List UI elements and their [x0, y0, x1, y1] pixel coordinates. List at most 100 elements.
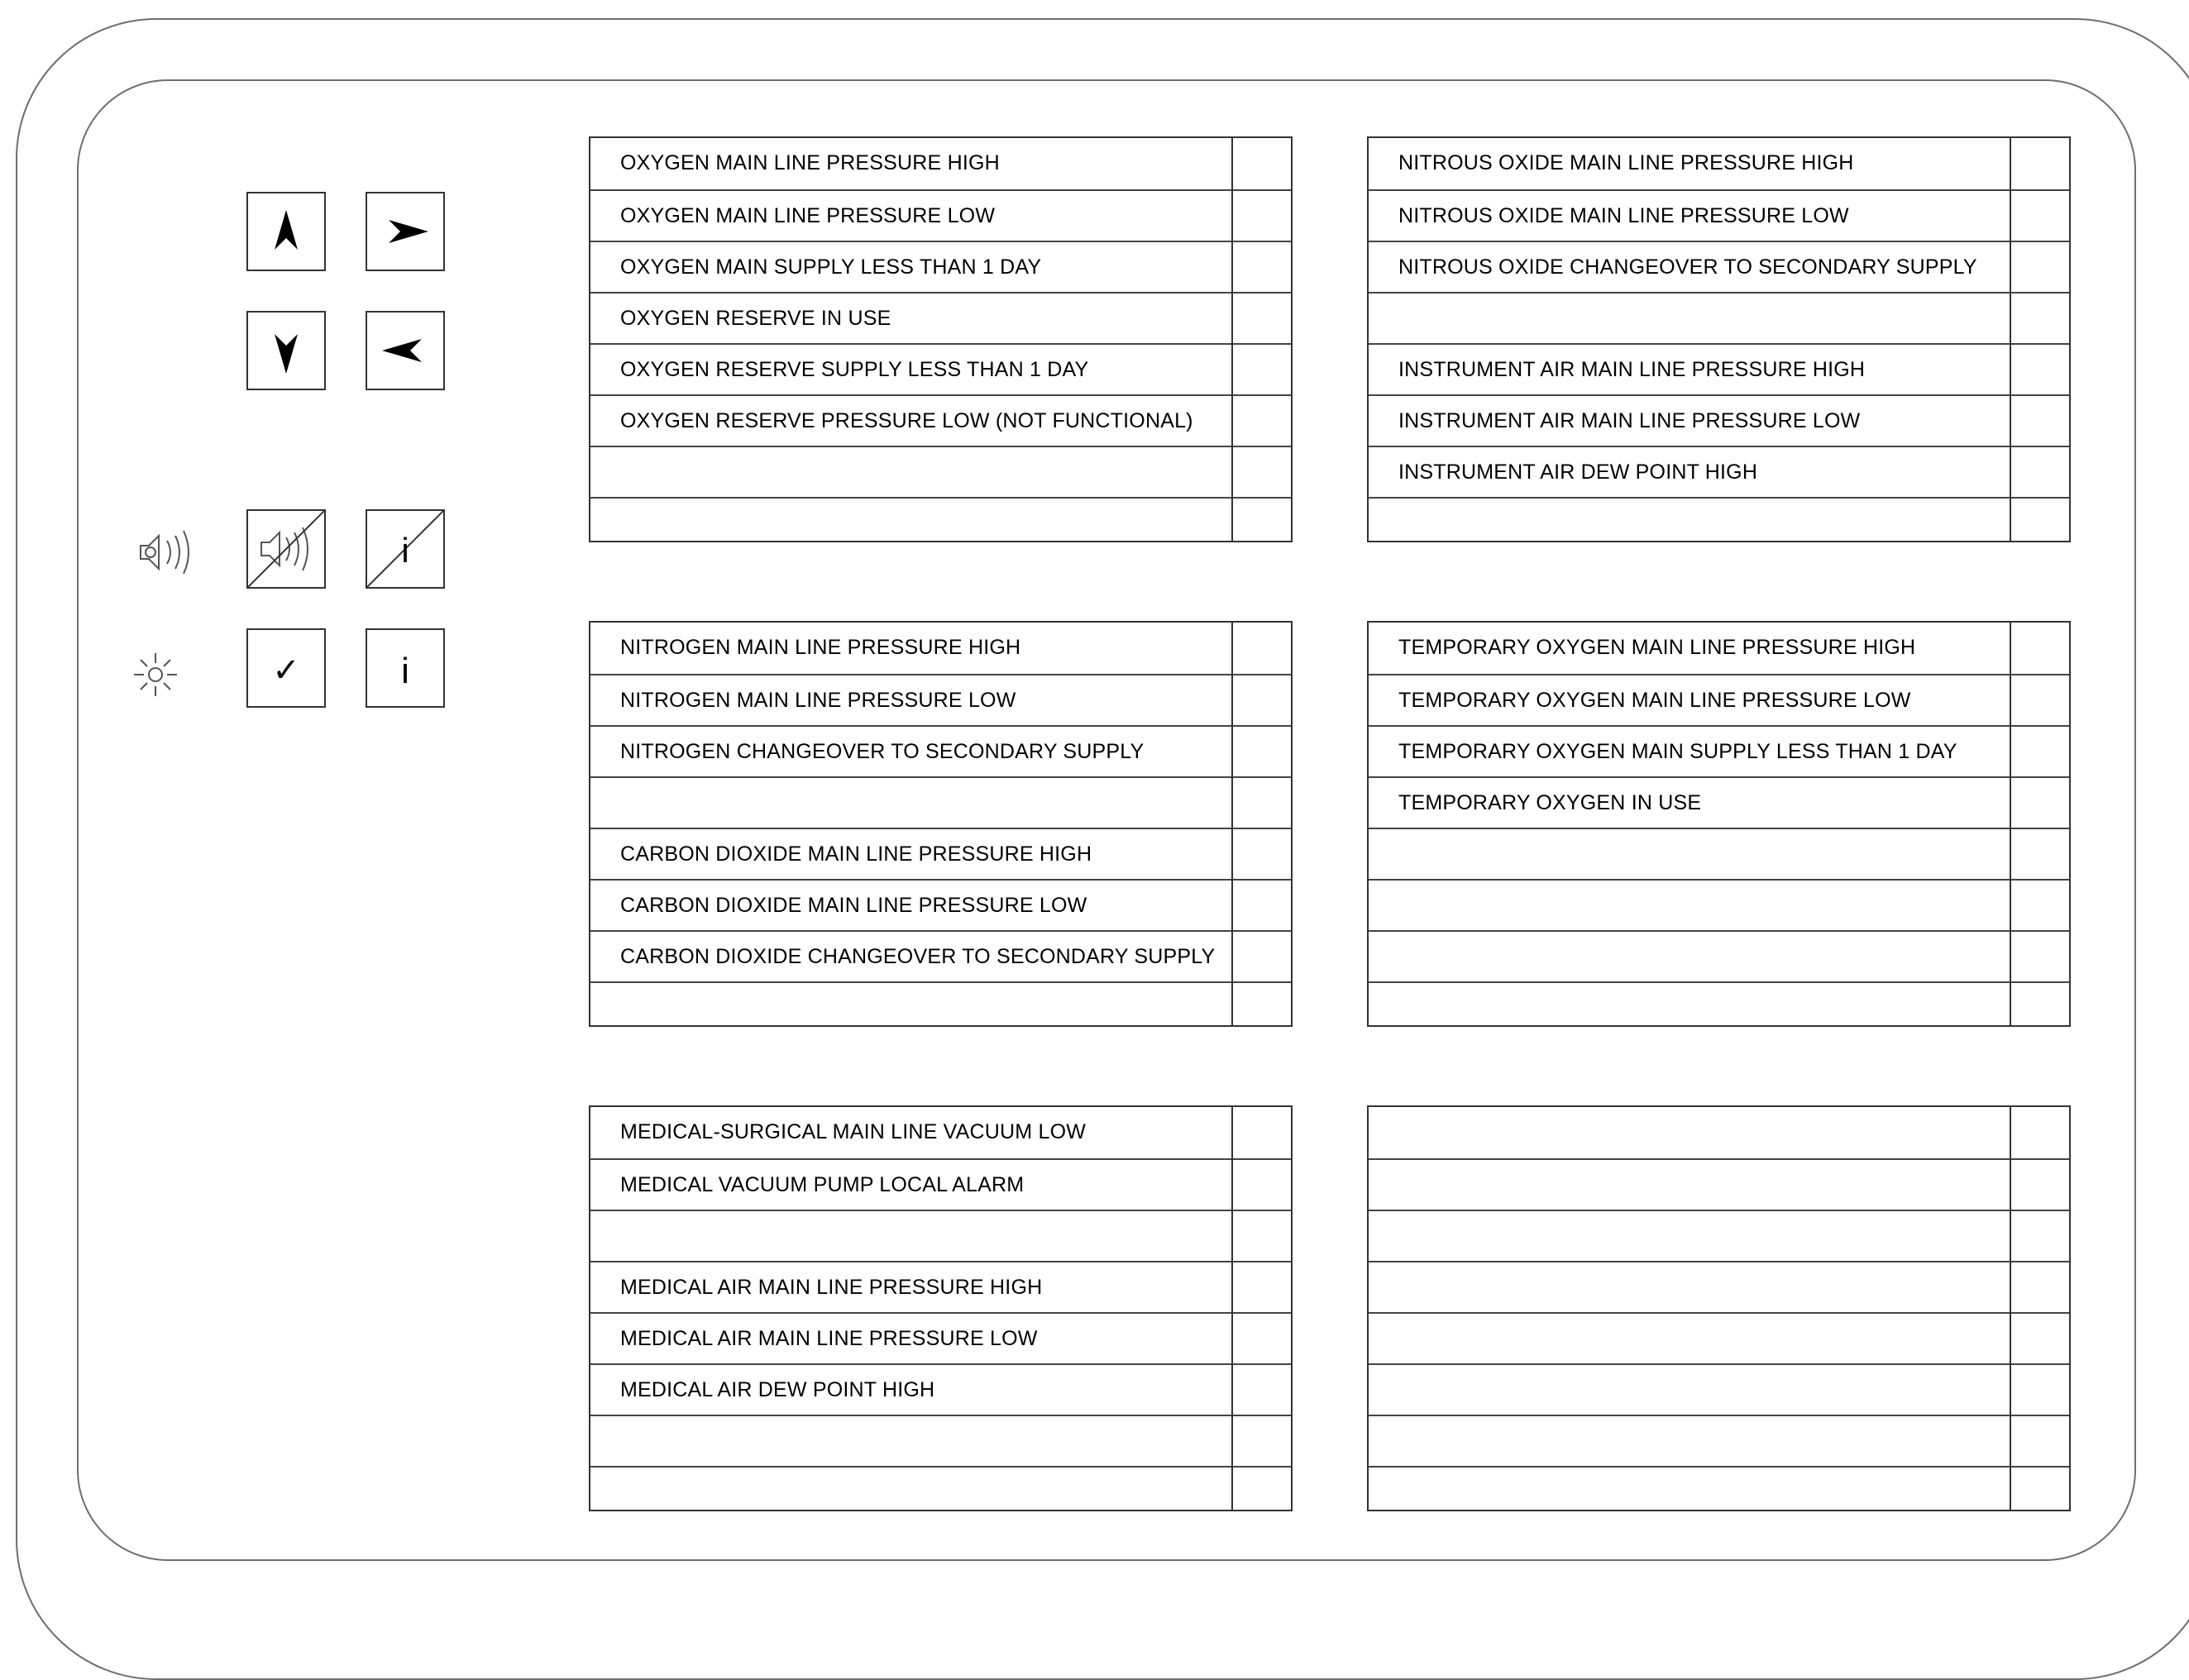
alarm-label: INSTRUMENT AIR DEW POINT HIGH [1398, 461, 1758, 484]
alarm-row: OXYGEN MAIN LINE PRESSURE HIGH [590, 138, 1291, 189]
alarm-row: TEMPORARY OXYGEN MAIN SUPPLY LESS THAN 1… [1369, 725, 2069, 776]
alarm-indicator-lamp [1233, 191, 1293, 241]
alarm-label: MEDICAL AIR MAIN LINE PRESSURE LOW [620, 1327, 1038, 1350]
alarm-indicator-lamp [1233, 499, 1293, 542]
alarm-row: INSTRUMENT AIR MAIN LINE PRESSURE LOW [1369, 394, 2069, 446]
alarm-indicator-lamp [2011, 932, 2071, 981]
up-arrow-button[interactable] [246, 192, 326, 271]
alarm-label: INSTRUMENT AIR MAIN LINE PRESSURE LOW [1398, 409, 1861, 432]
alarm-indicator-lamp [1233, 1468, 1293, 1511]
alarm-row [1369, 1363, 2069, 1415]
alarm-indicator-lamp [2011, 881, 2071, 930]
alarm-row: OXYGEN MAIN LINE PRESSURE LOW [590, 189, 1291, 241]
up-arrow-icon [275, 210, 298, 250]
info-button[interactable]: i [366, 628, 445, 708]
indicator-column-divider [2010, 623, 2011, 1025]
alarm-indicator-lamp [1233, 727, 1293, 776]
info-off-button[interactable]: i [366, 509, 445, 589]
alarm-indicator-lamp [2011, 1107, 2071, 1158]
alarm-indicator-lamp [2011, 1160, 2071, 1210]
alarm-label: OXYGEN MAIN LINE PRESSURE LOW [620, 204, 996, 227]
alarm-panel-vacuum-medical-air: MEDICAL-SURGICAL MAIN LINE VACUUM LOW MED… [589, 1105, 1293, 1511]
alarm-row [590, 776, 1291, 828]
alarm-label: OXYGEN MAIN SUPPLY LESS THAN 1 DAY [620, 255, 1042, 279]
alarm-row [1369, 828, 2069, 879]
alarm-row [590, 1415, 1291, 1466]
alarm-row: OXYGEN RESERVE SUPPLY LESS THAN 1 DAY [590, 343, 1291, 394]
alarm-label: NITROGEN MAIN LINE PRESSURE HIGH [620, 636, 1021, 659]
down-arrow-button[interactable] [246, 311, 326, 390]
alarm-row: MEDICAL AIR DEW POINT HIGH [590, 1363, 1291, 1415]
alarm-row: MEDICAL VACUUM PUMP LOCAL ALARM [590, 1158, 1291, 1210]
alarm-row [1369, 1261, 2069, 1312]
acknowledge-button[interactable]: ✓ [246, 628, 326, 708]
alarm-row: NITROUS OXIDE MAIN LINE PRESSURE LOW [1369, 189, 2069, 241]
indicator-column-divider [1231, 138, 1233, 541]
alarm-indicator-lamp [1233, 1211, 1293, 1261]
alarm-label: NITROGEN MAIN LINE PRESSURE LOW [620, 689, 1016, 712]
alarm-indicator-lamp [2011, 623, 2071, 674]
alarm-row: MEDICAL-SURGICAL MAIN LINE VACUUM LOW [590, 1107, 1291, 1158]
alarm-indicator-lamp [1233, 1416, 1293, 1466]
left-arrow-button[interactable] [366, 311, 445, 390]
alarm-row [590, 1466, 1291, 1511]
alarm-row [1369, 879, 2069, 930]
left-arrow-icon [382, 339, 422, 362]
alarm-row: MEDICAL AIR MAIN LINE PRESSURE HIGH [590, 1261, 1291, 1312]
alarm-label: CARBON DIOXIDE MAIN LINE PRESSURE HIGH [620, 842, 1092, 866]
alarm-indicator-lamp [2011, 829, 2071, 879]
alarm-label: OXYGEN RESERVE PRESSURE LOW (NOT FUNCTIO… [620, 409, 1193, 432]
alarm-row: NITROGEN CHANGEOVER TO SECONDARY SUPPLY [590, 725, 1291, 776]
alarm-row: OXYGEN RESERVE IN USE [590, 292, 1291, 343]
info-icon: i [401, 651, 409, 691]
alarm-label: NITROUS OXIDE MAIN LINE PRESSURE LOW [1398, 204, 1849, 227]
alarm-label: MEDICAL-SURGICAL MAIN LINE VACUUM LOW [620, 1120, 1087, 1143]
alarm-indicator-lamp [2011, 191, 2071, 241]
alarm-indicator-lamp [1233, 829, 1293, 879]
alarm-indicator-lamp [1233, 1107, 1293, 1158]
alarm-indicator-lamp [2011, 1262, 2071, 1312]
alarm-indicator-lamp [2011, 242, 2071, 292]
alarm-label: MEDICAL AIR DEW POINT HIGH [620, 1378, 935, 1401]
alarm-indicator-lamp [1233, 932, 1293, 981]
alarm-row [590, 497, 1291, 542]
indicator-column-divider [1231, 623, 1233, 1025]
alarm-panel-nitrous-instrument-air: NITROUS OXIDE MAIN LINE PRESSURE HIGH NIT… [1367, 136, 2071, 542]
alarm-indicator-lamp [1233, 623, 1293, 674]
alarm-row [1369, 1210, 2069, 1261]
info-off-icon: i [367, 511, 443, 587]
alarm-indicator-lamp [2011, 447, 2071, 497]
alarm-indicator-lamp [1233, 778, 1293, 828]
alarm-row: OXYGEN RESERVE PRESSURE LOW (NOT FUNCTIO… [590, 394, 1291, 446]
alarm-label: NITROUS OXIDE CHANGEOVER TO SECONDARY SU… [1398, 255, 1977, 279]
alarm-indicator-lamp [1233, 983, 1293, 1027]
alarm-row: CARBON DIOXIDE MAIN LINE PRESSURE LOW [590, 879, 1291, 930]
mute-audio-button[interactable] [246, 509, 326, 589]
alarm-indicator-lamp [1233, 138, 1293, 189]
alarm-label: TEMPORARY OXYGEN MAIN SUPPLY LESS THAN 1… [1398, 740, 1957, 763]
alarm-indicator-lamp [2011, 396, 2071, 446]
alarm-indicator-lamp [2011, 1416, 2071, 1466]
down-arrow-icon [275, 334, 298, 374]
alarm-label: MEDICAL AIR MAIN LINE PRESSURE HIGH [620, 1276, 1043, 1299]
alarm-row: MEDICAL AIR MAIN LINE PRESSURE LOW [590, 1312, 1291, 1363]
alarm-indicator-lamp [1233, 345, 1293, 394]
lamp-icon [134, 653, 177, 696]
alarm-indicator-lamp [2011, 345, 2071, 394]
right-arrow-button[interactable] [366, 192, 445, 271]
alarm-row [1369, 981, 2069, 1027]
alarm-row: OXYGEN MAIN SUPPLY LESS THAN 1 DAY [590, 241, 1291, 292]
alarm-label: TEMPORARY OXYGEN IN USE [1398, 791, 1702, 814]
alarm-indicator-lamp [2011, 1365, 2071, 1415]
alarm-label: OXYGEN RESERVE IN USE [620, 307, 891, 330]
alarm-indicator-lamp [1233, 1262, 1293, 1312]
alarm-row [1369, 1415, 2069, 1466]
alarm-indicator-lamp [2011, 727, 2071, 776]
alarm-indicator-lamp [2011, 778, 2071, 828]
alarm-label: TEMPORARY OXYGEN MAIN LINE PRESSURE HIGH [1398, 636, 1916, 659]
alarm-row [1369, 1107, 2069, 1158]
info-glyph: i [401, 651, 409, 691]
alarm-label: NITROGEN CHANGEOVER TO SECONDARY SUPPLY [620, 740, 1145, 763]
alarm-label: TEMPORARY OXYGEN MAIN LINE PRESSURE LOW [1398, 689, 1911, 712]
alarm-row [1369, 1158, 2069, 1210]
